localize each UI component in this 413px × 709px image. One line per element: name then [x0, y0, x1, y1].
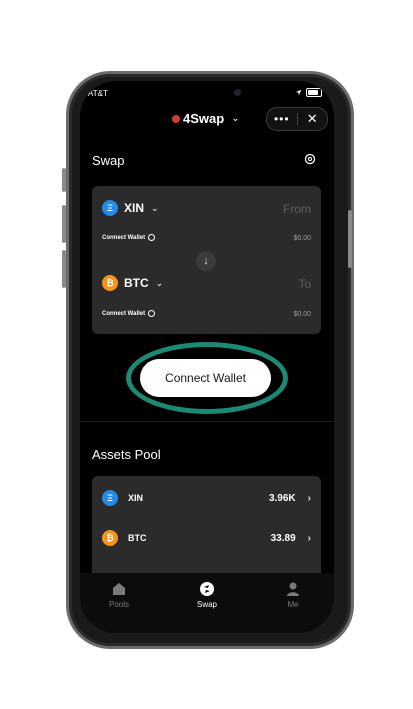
btc-token-icon: ₿ — [102, 275, 118, 291]
location-arrow-icon — [295, 89, 302, 96]
swap-direction-button[interactable]: ↓ — [196, 251, 216, 271]
mini-app-menu: ••• ✕ — [266, 107, 328, 131]
close-icon[interactable]: ✕ — [298, 108, 328, 130]
bottom-nav: Pools Swap Me — [80, 573, 334, 633]
app-logo-icon — [172, 114, 180, 123]
chevron-down-icon: ⌄ — [231, 113, 240, 124]
home-icon — [113, 583, 125, 595]
chevron-down-icon: ⌄ — [151, 202, 159, 213]
from-token-symbol: XIN — [124, 201, 145, 215]
from-balance: $0.00 — [293, 235, 311, 242]
nav-swap[interactable]: Swap — [177, 581, 237, 609]
status-bar: AT&T — [80, 81, 334, 103]
pool-row-btc[interactable]: ₿ BTC 33.89 › — [102, 529, 311, 547]
xin-token-icon: Ξ — [102, 200, 118, 216]
connect-wallet-button[interactable]: Connect Wallet — [140, 359, 271, 397]
side-button — [62, 168, 66, 192]
camera-dot — [234, 89, 241, 96]
chevron-right-icon: › — [307, 532, 311, 544]
app-title[interactable]: 4Swap ⌄ — [172, 111, 240, 126]
carrier-label: AT&T — [88, 89, 108, 98]
to-connect-wallet-link[interactable]: Connect Wallet — [102, 310, 156, 317]
nav-swap-label: Swap — [196, 600, 217, 609]
pool-token-value: 3.96K — [268, 492, 296, 504]
pool-token-name: XIN — [128, 493, 144, 503]
nav-pools-label: Pools — [108, 600, 129, 609]
section-divider — [80, 421, 334, 422]
assets-pool-title: Assets Pool — [92, 447, 161, 462]
more-dots-icon[interactable]: ••• — [267, 108, 297, 130]
from-connect-wallet-link[interactable]: Connect Wallet — [102, 234, 156, 241]
nav-pools[interactable]: Pools — [89, 581, 149, 609]
nav-me[interactable]: Me — [263, 581, 323, 609]
to-connect-wallet-label: Connect Wallet — [102, 310, 146, 317]
from-token-selector[interactable]: Ξ XIN ⌄ — [102, 200, 159, 216]
stage: AT&T 4Swap ⌄ ••• ✕ Swap Ξ XIN ⌄ From Con… — [0, 0, 413, 709]
swap-title: Swap — [92, 153, 125, 168]
pool-row-xin[interactable]: Ξ XIN 3.96K › — [102, 489, 311, 507]
wallet-ring-icon — [148, 310, 156, 317]
settings-icon[interactable] — [303, 152, 317, 166]
side-button — [62, 205, 66, 243]
status-icons — [295, 88, 322, 97]
to-amount-input[interactable]: To — [298, 277, 311, 291]
side-button — [62, 250, 66, 288]
to-balance: $0.00 — [293, 311, 311, 318]
swap-icon — [200, 582, 214, 596]
from-connect-wallet-label: Connect Wallet — [102, 234, 146, 241]
to-token-selector[interactable]: ₿ BTC ⌄ — [102, 275, 163, 291]
arrow-down-icon: ↓ — [203, 255, 209, 267]
nav-me-label: Me — [287, 600, 299, 609]
pool-token-name: BTC — [128, 533, 147, 543]
user-icon — [287, 582, 299, 596]
swap-card: Ξ XIN ⌄ From Connect Wallet $0.00 ↓ ₿ BT… — [92, 186, 321, 334]
chevron-right-icon: › — [307, 492, 311, 504]
side-button — [348, 210, 352, 268]
app-screen: AT&T 4Swap ⌄ ••• ✕ Swap Ξ XIN ⌄ From Con… — [80, 81, 334, 633]
app-name: 4Swap — [183, 111, 225, 126]
battery-icon — [306, 88, 322, 97]
to-token-symbol: BTC — [124, 276, 149, 290]
chevron-down-icon: ⌄ — [155, 277, 164, 288]
xin-token-icon: Ξ — [102, 490, 118, 506]
from-amount-input[interactable]: From — [283, 202, 311, 216]
assets-pool-card: Ξ XIN 3.96K › ₿ BTC 33.89 › — [92, 476, 321, 576]
btc-token-icon: ₿ — [102, 530, 118, 546]
wallet-ring-icon — [148, 234, 156, 241]
pool-token-value: 33.89 — [270, 532, 296, 544]
